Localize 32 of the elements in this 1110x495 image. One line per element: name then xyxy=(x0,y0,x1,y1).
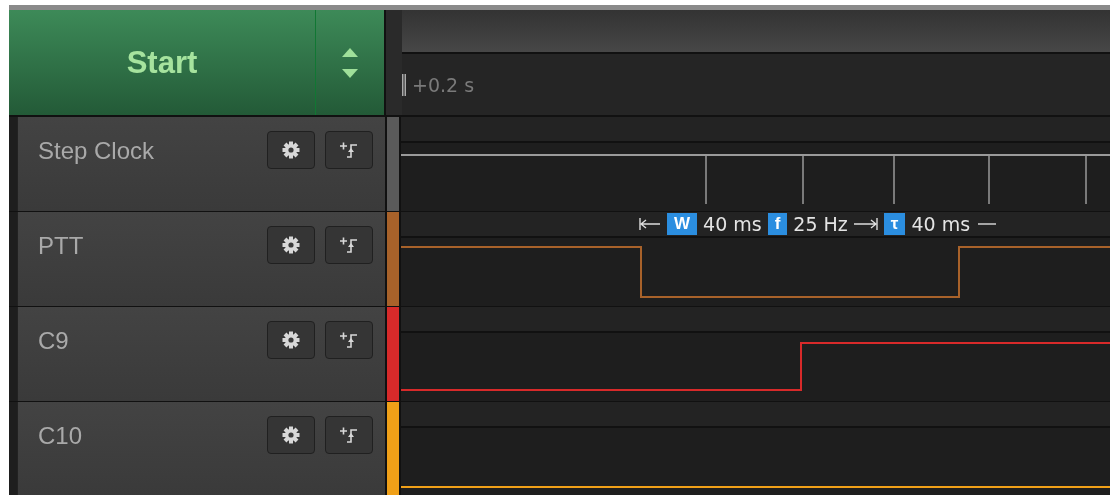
add-trigger-button[interactable] xyxy=(325,321,373,359)
settings-button[interactable] xyxy=(267,321,315,359)
settings-icon xyxy=(282,331,300,349)
right-arrow-icon xyxy=(853,218,878,230)
start-button[interactable]: Start xyxy=(9,10,316,115)
rising-edge-icon xyxy=(339,426,359,444)
measure-tag: f xyxy=(767,213,788,235)
measure-tag: τ xyxy=(883,213,906,235)
left-arrow-icon xyxy=(639,218,661,230)
up-down-button[interactable] xyxy=(316,10,384,115)
settings-icon xyxy=(282,426,300,444)
settings-button[interactable] xyxy=(267,226,315,264)
add-trigger-button[interactable] xyxy=(325,416,373,454)
rising-edge-icon xyxy=(339,236,359,254)
measure-value: 40 ms xyxy=(911,213,971,235)
add-trigger-button[interactable] xyxy=(325,226,373,264)
settings-icon xyxy=(282,236,300,254)
add-trigger-button[interactable] xyxy=(325,131,373,169)
measure-value: 40 ms xyxy=(703,213,762,235)
rising-edge-icon xyxy=(339,141,359,159)
settings-button[interactable] xyxy=(267,131,315,169)
settings-button[interactable] xyxy=(267,416,315,454)
measure-tag: W xyxy=(667,213,698,235)
time-label: +0.2 s xyxy=(412,73,475,96)
channel-name: C10 xyxy=(38,421,84,450)
channel-name: Step Clock xyxy=(38,136,156,165)
measure-value: 25 Hz xyxy=(793,213,848,235)
settings-icon xyxy=(282,141,300,159)
channel-name: C9 xyxy=(38,326,70,355)
ruler-handle-icon xyxy=(402,73,406,96)
rising-edge-icon xyxy=(339,331,359,349)
channel-name: PTT xyxy=(38,231,85,260)
